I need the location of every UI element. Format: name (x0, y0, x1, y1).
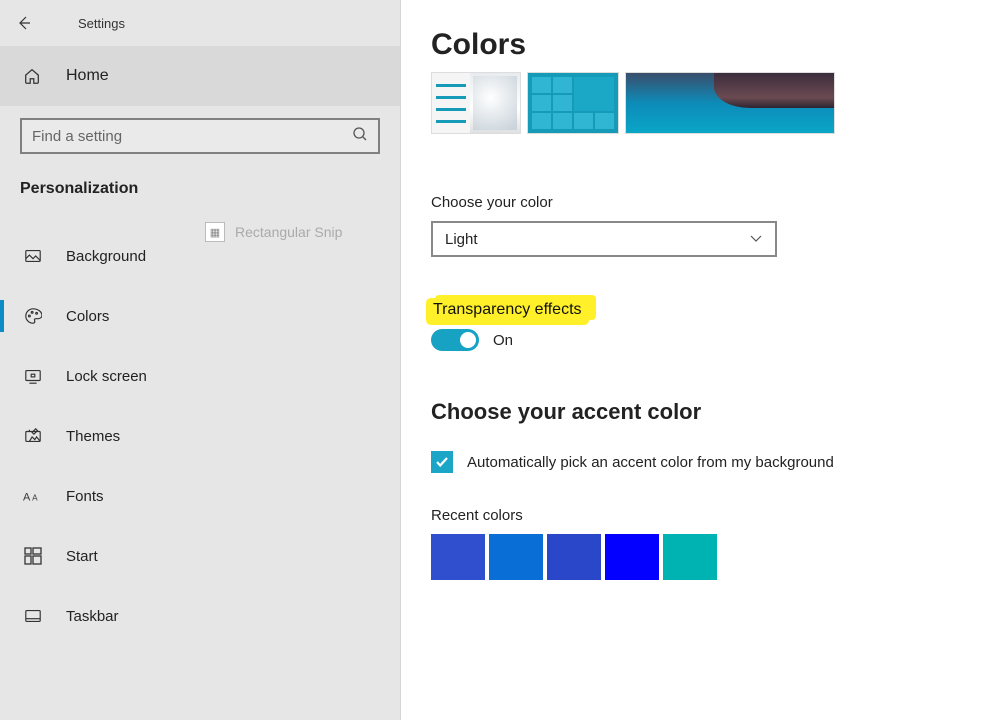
accent-heading: Choose your accent color (431, 399, 991, 425)
sidebar: Settings Home Personalization ▦ Rectangu… (0, 0, 400, 720)
choose-color-label: Choose your color (431, 194, 991, 211)
main-content: Colors Choose your color Light Transpare… (400, 0, 991, 720)
auto-accent-label: Automatically pick an accent color from … (467, 454, 834, 471)
home-nav[interactable]: Home (0, 46, 400, 106)
home-label: Home (66, 67, 109, 85)
color-swatch[interactable] (605, 534, 659, 580)
preview-thumbnail[interactable] (625, 72, 835, 134)
recent-colors-row (431, 534, 991, 580)
transparency-toggle[interactable] (431, 329, 479, 351)
taskbar-icon (22, 607, 44, 625)
arrow-left-icon (16, 15, 32, 31)
search-box[interactable] (20, 118, 380, 154)
palette-icon (22, 307, 44, 325)
transparency-value: On (493, 332, 513, 349)
snip-icon: ▦ (205, 222, 225, 242)
color-swatch[interactable] (431, 534, 485, 580)
lockscreen-icon (22, 367, 44, 385)
themes-icon (22, 427, 44, 445)
section-title: Personalization (0, 162, 400, 222)
back-button[interactable] (0, 0, 48, 46)
nav-fonts[interactable]: AA Fonts (0, 466, 400, 526)
app-title: Settings (78, 16, 125, 31)
titlebar: Settings (0, 0, 400, 46)
nav-colors[interactable]: Colors (0, 286, 400, 346)
svg-text:A: A (32, 494, 38, 503)
nav-label: Start (66, 548, 98, 565)
auto-accent-checkbox-row[interactable]: Automatically pick an accent color from … (431, 451, 991, 473)
search-wrap (0, 106, 400, 162)
nav-taskbar[interactable]: Taskbar (0, 586, 400, 646)
nav-label: Lock screen (66, 368, 147, 385)
color-swatch[interactable] (547, 534, 601, 580)
search-input[interactable] (32, 128, 352, 145)
nav-label: Fonts (66, 488, 104, 505)
auto-accent-checkbox[interactable] (431, 451, 453, 473)
chevron-down-icon (749, 231, 763, 248)
nav-themes[interactable]: Themes (0, 406, 400, 466)
transparency-label: Transparency effects (431, 299, 588, 320)
svg-text:A: A (23, 492, 31, 504)
color-swatch[interactable] (489, 534, 543, 580)
start-icon (22, 547, 44, 565)
check-icon (434, 454, 450, 470)
preview-thumbnail[interactable] (431, 72, 521, 134)
preview-row (431, 72, 991, 134)
nav-lockscreen[interactable]: Lock screen (0, 346, 400, 406)
nav-list: Background Colors Lock screen Themes AA … (0, 222, 400, 646)
nav-label: Colors (66, 308, 109, 325)
snip-watermark-label: Rectangular Snip (235, 224, 342, 240)
nav-label: Themes (66, 428, 120, 445)
color-swatch[interactable] (663, 534, 717, 580)
home-icon (22, 67, 42, 85)
page-title: Colors (431, 28, 991, 62)
color-mode-select[interactable]: Light (431, 221, 777, 257)
nav-label: Background (66, 248, 146, 265)
preview-thumbnail[interactable] (527, 72, 619, 134)
nav-label: Taskbar (66, 608, 119, 625)
picture-icon (22, 247, 44, 265)
search-icon (352, 126, 368, 147)
nav-start[interactable]: Start (0, 526, 400, 586)
fonts-icon: AA (22, 487, 44, 505)
recent-colors-label: Recent colors (431, 507, 991, 524)
color-mode-value: Light (445, 231, 478, 248)
